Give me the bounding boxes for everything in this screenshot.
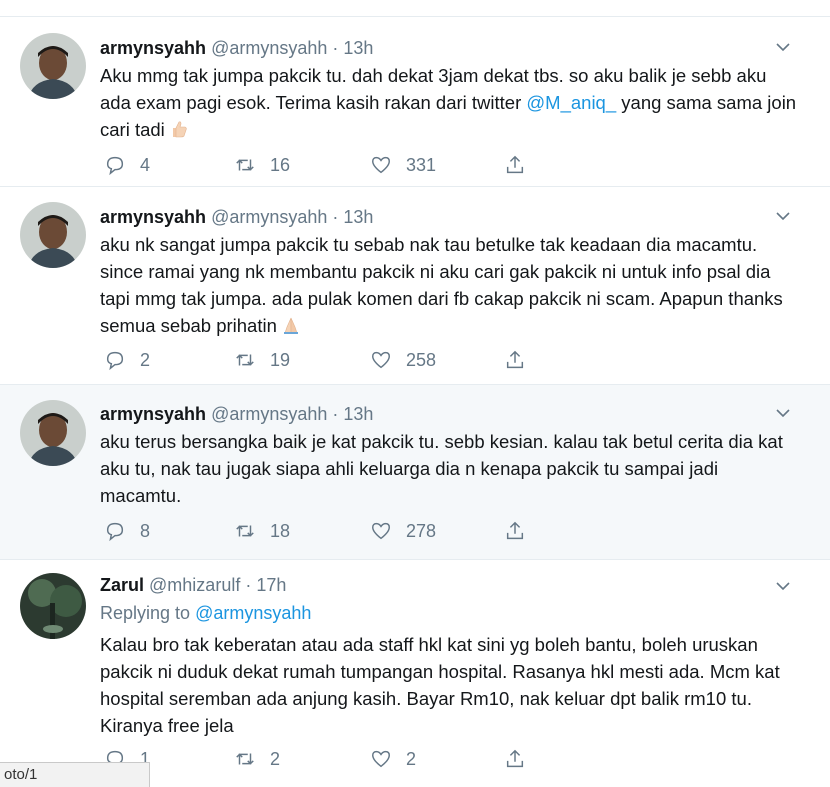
reply-count: 2 (140, 349, 151, 370)
reply-count: 8 (140, 520, 151, 541)
tweet-header: armynsyahh @armynsyahh · 13h (100, 404, 373, 425)
share-button[interactable] (504, 152, 526, 178)
replying-to: Replying to @armynsyahh (100, 603, 312, 623)
share-icon (506, 521, 524, 540)
retweet-count: 18 (270, 520, 291, 541)
tweet-header: armynsyahh @armynsyahh · 13h (100, 207, 373, 228)
author-handle-time[interactable]: @armynsyahh · 13h (211, 404, 373, 424)
reply-count: 4 (140, 154, 151, 175)
previous-action-icons (100, 0, 540, 2)
tweet[interactable]: armynsyahh @armynsyahh · 13h aku nk sang… (0, 187, 830, 385)
avatar-photo (20, 202, 86, 268)
mention-link[interactable]: @M_aniq_ (526, 92, 616, 113)
chevron-down-icon[interactable] (775, 41, 791, 53)
like-icon (372, 750, 390, 768)
author-handle-time[interactable]: @armynsyahh · 13h (211, 207, 373, 227)
thumbs-up-emoji-icon (172, 121, 187, 138)
tweet-text: aku terus bersangka baik je kat pakcik t… (100, 431, 783, 506)
tweet-text: aku nk sangat jumpa pakcik tu sebab nak … (100, 234, 783, 336)
avatar-photo (20, 33, 86, 99)
replying-to-link[interactable]: @armynsyahh (195, 603, 311, 623)
avatar[interactable] (20, 33, 86, 99)
like-count: 2 (406, 748, 417, 769)
retweet-button[interactable]: 18 (234, 518, 290, 544)
avatar[interactable] (20, 400, 86, 466)
folded-hands-emoji-icon (283, 317, 298, 334)
author-name[interactable]: armynsyahh (100, 404, 206, 424)
share-button[interactable] (504, 746, 526, 772)
share-icon (506, 749, 524, 768)
chevron-down-icon[interactable] (775, 407, 791, 419)
chevron-down-icon[interactable] (775, 210, 791, 222)
retweet-button[interactable]: 16 (234, 152, 290, 178)
share-icon (506, 155, 524, 174)
reply-button[interactable]: 8 (104, 518, 150, 544)
share-button[interactable] (504, 518, 526, 544)
retweet-button[interactable]: 2 (234, 746, 280, 772)
chevron-down-icon[interactable] (775, 580, 791, 592)
like-button[interactable]: 2 (370, 746, 416, 772)
share-icon (506, 350, 524, 369)
retweet-icon (236, 159, 254, 171)
avatar-photo (20, 400, 86, 466)
retweet-count: 16 (270, 154, 291, 175)
author-name[interactable]: armynsyahh (100, 38, 206, 58)
like-count: 331 (406, 154, 437, 175)
author-handle-time[interactable]: @armynsyahh · 13h (211, 38, 373, 58)
tweet-text: Aku mmg tak jumpa pakcik tu. dah dekat 3… (100, 65, 797, 140)
retweet-icon (236, 525, 254, 537)
avatar[interactable] (20, 573, 86, 639)
like-count: 278 (406, 520, 437, 541)
retweet-icon (236, 753, 254, 765)
previous-tweet-remnant (0, 0, 830, 17)
like-count: 258 (406, 349, 437, 370)
timeline-feed: armynsyahh @armynsyahh · 13h Aku mmg tak… (0, 0, 830, 787)
reply-icon (106, 351, 124, 371)
tweet-header: Zarul @mhizarulf · 17h (100, 575, 286, 596)
tweet-header: armynsyahh @armynsyahh · 13h (100, 38, 373, 59)
tweet[interactable]: armynsyahh @armynsyahh · 13h Aku mmg tak… (0, 17, 830, 187)
tweet-text: Kalau bro tak keberatan atau ada staff h… (100, 634, 780, 736)
avatar-photo (20, 573, 86, 639)
reply-icon (106, 522, 124, 542)
tweet[interactable]: Zarul @mhizarulf · 17h Replying to @army… (0, 560, 830, 787)
retweet-button[interactable]: 19 (234, 347, 290, 373)
avatar[interactable] (20, 202, 86, 268)
previous-actions (100, 0, 540, 2)
author-handle-time[interactable]: @mhizarulf · 17h (149, 575, 286, 595)
retweet-count: 19 (270, 349, 291, 370)
like-icon (372, 522, 390, 540)
like-button[interactable]: 278 (370, 518, 436, 544)
like-icon (372, 156, 390, 174)
retweet-icon (236, 354, 254, 366)
like-button[interactable]: 331 (370, 152, 436, 178)
share-button[interactable] (504, 347, 526, 373)
author-name[interactable]: Zarul (100, 575, 144, 595)
reply-button[interactable]: 4 (104, 152, 150, 178)
like-icon (372, 351, 390, 369)
author-name[interactable]: armynsyahh (100, 207, 206, 227)
reply-icon (106, 156, 124, 176)
like-button[interactable]: 258 (370, 347, 436, 373)
reply-button[interactable]: 2 (104, 347, 150, 373)
retweet-count: 2 (270, 748, 281, 769)
tweet[interactable]: armynsyahh @armynsyahh · 13h aku terus b… (0, 385, 830, 560)
browser-status-bar: oto/1 (0, 762, 150, 787)
